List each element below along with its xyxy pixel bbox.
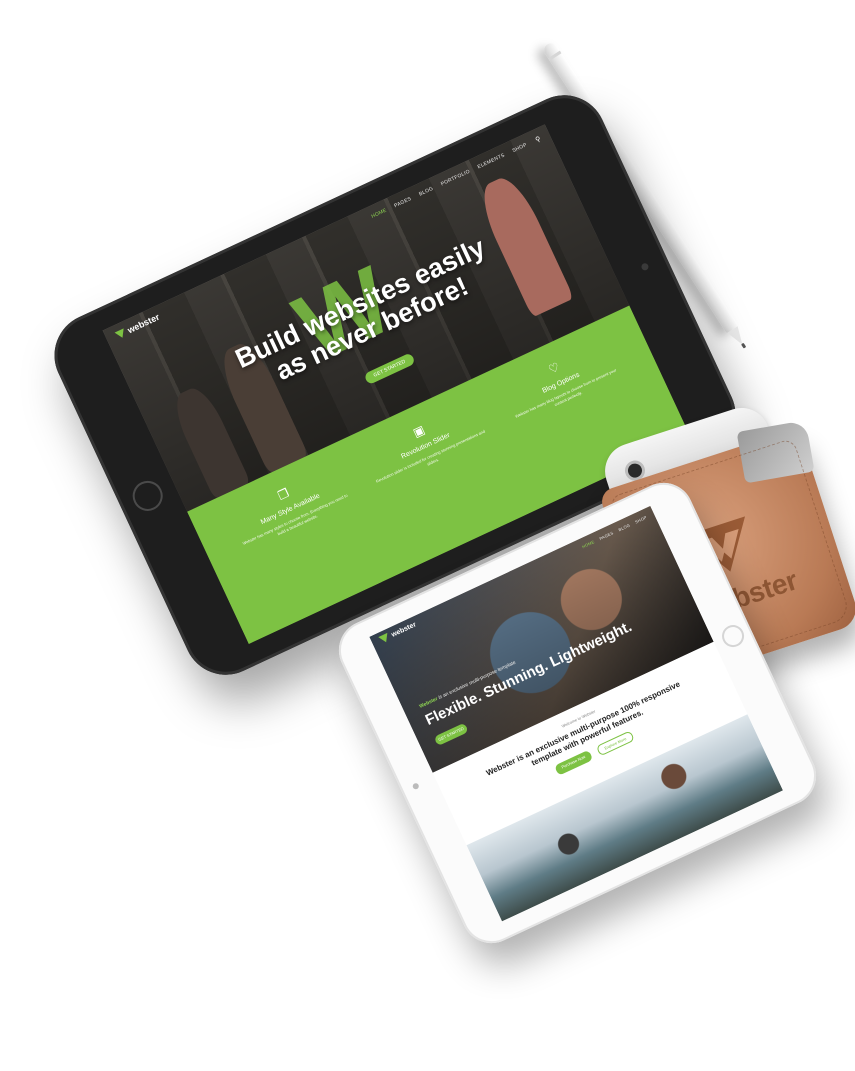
nav-item-pages[interactable]: PAGES: [393, 196, 412, 209]
feature-card: ▣ Revolution Slider Revolution slider is…: [361, 400, 524, 567]
nav-item-shop[interactable]: SHOP: [512, 142, 528, 154]
pencil-nib: [741, 342, 747, 349]
nav-item-pages[interactable]: PAGES: [598, 530, 614, 541]
tablet-camera: [411, 782, 420, 791]
nav-item-blog[interactable]: BLOG: [418, 186, 434, 198]
webster-logo-icon: [378, 632, 391, 645]
nav-item-shop[interactable]: SHOP: [634, 514, 647, 524]
logo-text: webster: [390, 620, 418, 639]
get-started-button[interactable]: GET STARTED: [433, 722, 469, 747]
tablet-home-button[interactable]: [127, 475, 168, 516]
search-icon[interactable]: ⚲: [534, 135, 542, 145]
nav-item-blog[interactable]: BLOG: [617, 522, 630, 532]
site-logo[interactable]: webster: [114, 312, 161, 341]
logo-text: webster: [125, 311, 161, 336]
tablet-home-button[interactable]: [718, 621, 748, 651]
site-logo[interactable]: webster: [378, 620, 418, 645]
nav-item-portfolio[interactable]: PORTFOLIO: [440, 169, 471, 188]
feature-card: ❐ Many Style Available Webster has many …: [226, 463, 389, 630]
product-mockup-scene: webster HOME PAGES BLOG PORTFOLIO ELEMEN…: [0, 0, 855, 1071]
nav-menu: HOME PAGES BLOG SHOP: [581, 514, 648, 549]
pencil-band: [548, 50, 562, 61]
nav-item-home[interactable]: HOME: [371, 208, 388, 220]
nav-item-elements[interactable]: ELEMENTS: [477, 152, 506, 170]
webster-logo-icon: [114, 328, 128, 340]
nav-item-home[interactable]: HOME: [581, 539, 595, 549]
tablet-camera: [640, 262, 650, 272]
